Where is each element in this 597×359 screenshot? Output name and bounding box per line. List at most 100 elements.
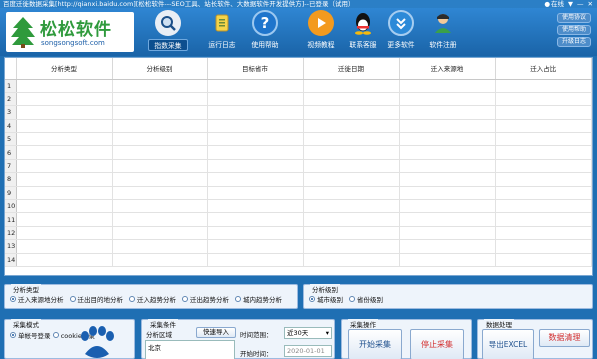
table-row[interactable]: 5	[5, 132, 592, 147]
table-cell[interactable]	[112, 172, 208, 187]
column-header[interactable]: 迁徙日期	[303, 58, 400, 80]
table-cell[interactable]	[399, 132, 496, 147]
radio-outbound-trend[interactable]: 迁出趋势分析	[182, 294, 229, 304]
table-cell[interactable]	[112, 226, 208, 241]
table-cell[interactable]	[495, 253, 592, 267]
table-cell[interactable]	[207, 79, 304, 93]
table-cell[interactable]	[303, 145, 400, 160]
table-cell[interactable]	[495, 145, 592, 160]
table-row[interactable]: 6	[5, 145, 592, 160]
table-cell[interactable]	[207, 105, 304, 120]
table-row[interactable]: 8	[5, 172, 592, 187]
table-row[interactable]: 10	[5, 199, 592, 214]
column-header[interactable]: 迁入占比	[495, 58, 592, 80]
table-row[interactable]: 12	[5, 226, 592, 241]
table-cell[interactable]	[207, 172, 304, 187]
table-cell[interactable]	[16, 226, 113, 241]
table-row[interactable]: 14	[5, 253, 592, 267]
toolbar-register[interactable]: 软件注册	[423, 10, 463, 54]
table-cell[interactable]	[303, 226, 400, 241]
table-cell[interactable]	[112, 239, 208, 254]
usage-help-button[interactable]: 使用帮助	[557, 25, 591, 35]
table-cell[interactable]	[495, 132, 592, 147]
table-cell[interactable]	[495, 239, 592, 254]
table-cell[interactable]	[112, 199, 208, 214]
table-cell[interactable]	[399, 253, 496, 267]
table-cell[interactable]	[399, 199, 496, 214]
table-cell[interactable]	[303, 186, 400, 201]
column-header[interactable]: 分析级别	[112, 58, 208, 80]
table-cell[interactable]	[16, 105, 113, 120]
radio-intracity-trend[interactable]: 城内趋势分析	[235, 294, 282, 304]
stop-collect-button[interactable]: 停止采集	[410, 329, 464, 359]
table-cell[interactable]	[495, 105, 592, 120]
column-header[interactable]: 分析类型	[16, 58, 113, 80]
table-cell[interactable]	[16, 145, 113, 160]
table-cell[interactable]	[303, 79, 400, 93]
table-cell[interactable]	[495, 199, 592, 214]
table-cell[interactable]	[16, 172, 113, 187]
toolbar-help[interactable]: ? 使用帮助	[245, 10, 285, 54]
table-cell[interactable]	[112, 105, 208, 120]
minimize-dropdown-icon[interactable]: ▼	[568, 0, 573, 8]
table-cell[interactable]	[207, 159, 304, 174]
table-cell[interactable]	[495, 212, 592, 227]
results-grid[interactable]: 分析类型 分析级别 目标省市 迁徙日期 迁入来源地 迁入占比 123456789…	[4, 57, 593, 276]
table-cell[interactable]	[399, 145, 496, 160]
table-row[interactable]: 2	[5, 92, 592, 107]
table-row[interactable]: 11	[5, 212, 592, 227]
table-cell[interactable]	[495, 226, 592, 241]
close-button[interactable]: ✕	[588, 0, 593, 8]
table-cell[interactable]	[399, 172, 496, 187]
table-cell[interactable]	[495, 119, 592, 134]
table-cell[interactable]	[399, 186, 496, 201]
table-cell[interactable]	[399, 119, 496, 134]
table-row[interactable]: 9	[5, 186, 592, 201]
start-time-input[interactable]: 2020-01-01	[284, 345, 332, 357]
table-cell[interactable]	[207, 226, 304, 241]
table-cell[interactable]	[16, 253, 113, 267]
table-cell[interactable]	[112, 212, 208, 227]
radio-inbound-source[interactable]: 迁入来源地分析	[10, 294, 64, 304]
radio-single-account[interactable]: 单帐号登录	[10, 330, 51, 340]
toolbar-more-software[interactable]: 更多软件	[381, 10, 421, 54]
table-cell[interactable]	[303, 172, 400, 187]
table-row[interactable]: 1	[5, 79, 592, 93]
table-cell[interactable]	[495, 79, 592, 93]
toolbar-contact-support[interactable]: 联系客服	[343, 10, 383, 54]
table-cell[interactable]	[495, 92, 592, 107]
table-cell[interactable]	[303, 92, 400, 107]
minimize-button[interactable]: —	[577, 0, 584, 8]
table-cell[interactable]	[16, 92, 113, 107]
radio-city-level[interactable]: 城市级别	[309, 294, 343, 304]
table-cell[interactable]	[112, 119, 208, 134]
table-cell[interactable]	[112, 253, 208, 267]
table-cell[interactable]	[399, 159, 496, 174]
table-cell[interactable]	[303, 239, 400, 254]
radio-province-level[interactable]: 省份级别	[349, 294, 383, 304]
region-textarea[interactable]: 北京	[145, 340, 235, 359]
table-cell[interactable]	[16, 159, 113, 174]
table-cell[interactable]	[495, 159, 592, 174]
table-row[interactable]: 13	[5, 239, 592, 254]
quick-import-button[interactable]: 快速导入	[196, 327, 236, 338]
table-row[interactable]: 7	[5, 159, 592, 174]
usage-agreement-button[interactable]: 使用协议	[557, 13, 591, 23]
table-cell[interactable]	[399, 105, 496, 120]
export-excel-button[interactable]: 导出EXCEL	[482, 329, 534, 359]
table-cell[interactable]	[399, 226, 496, 241]
upgrade-log-button[interactable]: 升级日志	[557, 37, 591, 47]
table-cell[interactable]	[303, 212, 400, 227]
table-cell[interactable]	[16, 212, 113, 227]
column-header[interactable]: 目标省市	[207, 58, 304, 80]
table-row[interactable]: 3	[5, 105, 592, 120]
time-range-select[interactable]: 近30天 ▾	[284, 327, 332, 339]
radio-outbound-destination[interactable]: 迁出目的地分析	[69, 294, 123, 304]
table-cell[interactable]	[399, 212, 496, 227]
table-cell[interactable]	[207, 212, 304, 227]
table-cell[interactable]	[399, 239, 496, 254]
table-cell[interactable]	[207, 92, 304, 107]
table-cell[interactable]	[495, 172, 592, 187]
table-cell[interactable]	[399, 92, 496, 107]
table-cell[interactable]	[303, 253, 400, 267]
